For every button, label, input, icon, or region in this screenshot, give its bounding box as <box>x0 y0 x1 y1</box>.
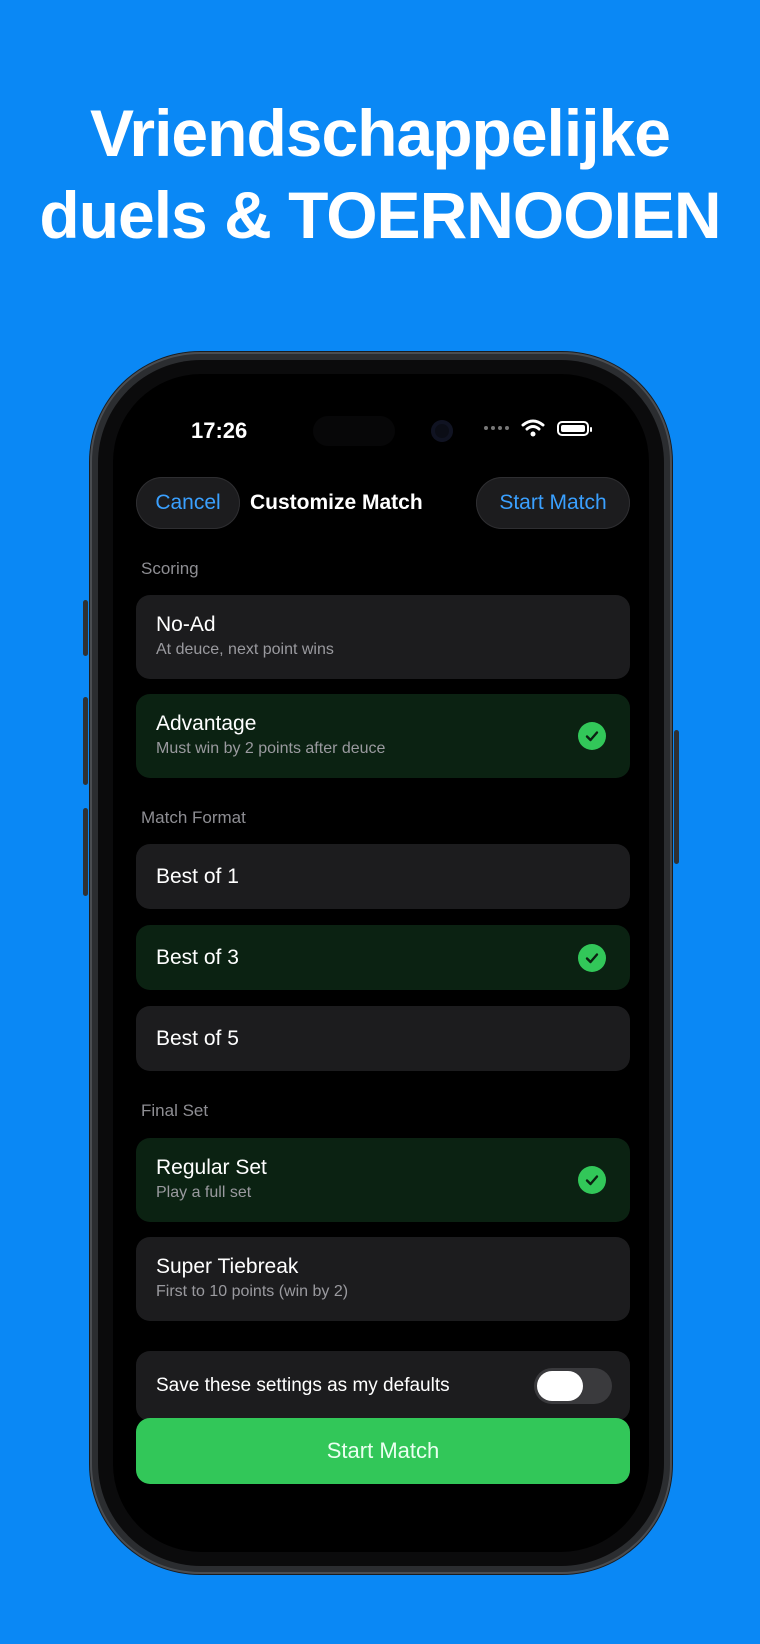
option-advantage[interactable]: Advantage Must win by 2 points after deu… <box>136 694 630 778</box>
option-title: Regular Set <box>156 1156 267 1179</box>
option-title: Super Tiebreak <box>156 1255 299 1278</box>
start-match-button[interactable]: Start Match <box>136 1418 630 1484</box>
save-defaults-row: Save these settings as my defaults <box>136 1351 630 1421</box>
option-subtitle: At deuce, next point wins <box>156 641 334 658</box>
checkmark-icon <box>578 1166 606 1194</box>
status-icons <box>484 419 592 437</box>
status-time: 17:26 <box>191 418 248 443</box>
option-regular-set[interactable]: Regular Set Play a full set <box>136 1138 630 1222</box>
cancel-button[interactable]: Cancel <box>136 477 240 529</box>
save-defaults-toggle[interactable] <box>534 1368 612 1404</box>
option-subtitle: Play a full set <box>156 1184 252 1201</box>
section-label-final-set: Final Set <box>141 1101 209 1120</box>
battery-icon <box>557 420 592 436</box>
option-best-of-5[interactable]: Best of 5 <box>136 1006 630 1071</box>
option-best-of-1[interactable]: Best of 1 <box>136 844 630 909</box>
option-subtitle: First to 10 points (win by 2) <box>156 1283 349 1300</box>
phone-action-button <box>83 600 88 656</box>
cellular-dots-icon <box>484 426 509 430</box>
phone-mockup: 17:26 Cancel Customize Match Start Match… <box>83 352 679 1574</box>
start-match-nav-button[interactable]: Start Match <box>476 477 630 529</box>
headline-line-2: duels & TOERNOOIEN <box>39 178 721 252</box>
phone-volume-down-button <box>83 808 88 896</box>
front-camera <box>431 420 453 442</box>
option-title: No-Ad <box>156 613 216 636</box>
section-label-match-format: Match Format <box>141 808 246 827</box>
option-title: Best of 3 <box>156 946 239 969</box>
save-defaults-label: Save these settings as my defaults <box>156 1375 450 1396</box>
option-best-of-3[interactable]: Best of 3 <box>136 925 630 990</box>
checkmark-icon <box>578 722 606 750</box>
headline: Vriendschappelijke duels & TOERNOOIEN <box>0 92 760 256</box>
page-title: Customize Match <box>250 491 423 514</box>
headline-line-1: Vriendschappelijke <box>90 96 671 170</box>
option-no-ad[interactable]: No-Ad At deuce, next point wins <box>136 595 630 679</box>
checkmark-icon <box>578 944 606 972</box>
phone-power-button <box>674 730 679 864</box>
wifi-icon <box>521 419 545 437</box>
option-title: Best of 1 <box>156 865 239 888</box>
toggle-knob <box>537 1371 583 1401</box>
phone-bezel: 17:26 Cancel Customize Match Start Match… <box>98 360 664 1566</box>
dynamic-island <box>313 416 395 446</box>
option-title: Advantage <box>156 712 257 735</box>
phone-screen: 17:26 Cancel Customize Match Start Match… <box>113 374 649 1552</box>
option-super-tiebreak[interactable]: Super Tiebreak First to 10 points (win b… <box>136 1237 630 1321</box>
section-label-scoring: Scoring <box>141 559 199 578</box>
phone-volume-up-button <box>83 697 88 785</box>
option-subtitle: Must win by 2 points after deuce <box>156 740 386 757</box>
option-title: Best of 5 <box>156 1027 239 1050</box>
